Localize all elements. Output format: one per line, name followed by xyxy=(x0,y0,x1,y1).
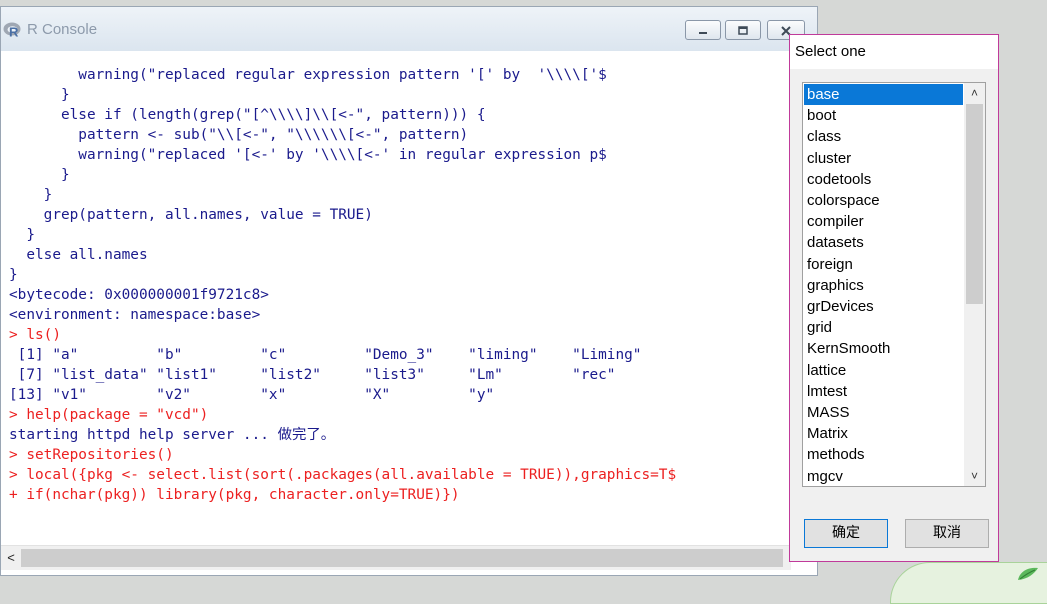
console-line: starting httpd help server ... 做完了。 xyxy=(9,425,335,445)
package-list-item[interactable]: compiler xyxy=(804,211,963,232)
console-line: pattern <- sub("\\[<-", "\\\\\\[<-", pat… xyxy=(9,125,468,145)
ok-button[interactable]: 确定 xyxy=(804,519,888,548)
console-output[interactable]: warning("replaced regular expression pat… xyxy=(1,51,791,545)
console-line-text: } xyxy=(9,227,35,243)
console-line-text: else if (length(grep("[^\\\\]\\[<-", pat… xyxy=(9,107,486,123)
package-list-item[interactable]: codetools xyxy=(804,169,963,190)
package-list-item[interactable]: colorspace xyxy=(804,190,963,211)
console-line-text: <environment: namespace:base> xyxy=(9,307,261,323)
console-line: [13] "v1" "v2" "x" "X" "y" xyxy=(9,385,494,405)
package-list-item[interactable]: class xyxy=(804,126,963,147)
console-line: warning("replaced regular expression pat… xyxy=(9,65,607,85)
console-line-text: } xyxy=(9,167,70,183)
console-line: [1] "a" "b" "c" "Demo_3" "liming" "Limin… xyxy=(9,345,642,365)
console-line-text: warning("replaced regular expression pat… xyxy=(9,67,607,83)
console-line: <environment: namespace:base> xyxy=(9,305,260,325)
package-listbox[interactable]: base boot class cluster codetools colorspace c… xyxy=(802,82,986,487)
console-line: + if(nchar(pkg)) library(pkg, character.… xyxy=(9,485,460,505)
console-line-text: > local({pkg <- select.list(sort(.packag… xyxy=(9,467,677,483)
cancel-button[interactable]: 取消 xyxy=(905,519,989,548)
console-line-text: <bytecode: 0x000000001f9721c8> xyxy=(9,287,269,303)
scroll-left-arrow[interactable]: < xyxy=(3,549,19,567)
vertical-scroll-thumb[interactable] xyxy=(966,104,983,304)
console-line-text: pattern <- sub("\\[<-", "\\\\\\[<-", pat… xyxy=(9,127,469,143)
package-list-item[interactable]: foreign xyxy=(804,254,963,275)
console-line: } xyxy=(9,165,70,185)
console-line-text: } xyxy=(9,267,18,283)
leaf-icon xyxy=(1018,567,1038,580)
console-line-text: } xyxy=(9,187,53,203)
dialog-title: Select one xyxy=(795,43,866,60)
r-logo-icon: R xyxy=(3,22,21,39)
console-line-text: > help(package = "vcd") xyxy=(9,407,209,423)
console-line: else if (length(grep("[^\\\\]\\[<-", pat… xyxy=(9,105,486,125)
desktop-background xyxy=(999,0,1047,581)
console-line: } xyxy=(9,225,35,245)
console-line: > help(package = "vcd") xyxy=(9,405,208,425)
package-list-item[interactable]: cluster xyxy=(804,148,963,169)
console-line: > setRepositories() xyxy=(9,445,174,465)
package-list-item[interactable]: methods xyxy=(804,444,963,465)
console-line: } xyxy=(9,185,53,205)
console-line-text: > setRepositories() xyxy=(9,447,174,463)
package-list-item[interactable]: datasets xyxy=(804,232,963,253)
console-line-text: } xyxy=(9,87,70,103)
package-list-item[interactable]: grid xyxy=(804,317,963,338)
console-line: warning("replaced '[<-' by '\\\\[<-' in … xyxy=(9,145,607,165)
console-line: } xyxy=(9,85,70,105)
minimize-button[interactable] xyxy=(685,20,721,40)
console-line: } xyxy=(9,265,18,285)
console-line-text: > ls() xyxy=(9,327,61,343)
package-list-item[interactable]: grDevices xyxy=(804,296,963,317)
console-line: <bytecode: 0x000000001f9721c8> xyxy=(9,285,269,305)
console-line-text: [7] "list_data" "list1" "list2" "list3" … xyxy=(9,367,616,383)
console-line-cjk-text: 做完了。 xyxy=(277,427,336,443)
console-line-text: + if(nchar(pkg)) library(pkg, character.… xyxy=(9,487,460,503)
package-list-item[interactable]: Matrix xyxy=(804,423,963,444)
console-line-text: starting httpd help server ... xyxy=(9,427,278,443)
package-list-item[interactable]: lmtest xyxy=(804,381,963,402)
package-list-item[interactable]: base xyxy=(804,84,963,105)
console-titlebar[interactable]: R R Console xyxy=(1,7,817,52)
console-line: grep(pattern, all.names, value = TRUE) xyxy=(9,205,373,225)
console-title: R Console xyxy=(27,21,98,38)
scroll-down-arrow[interactable]: ˅ xyxy=(964,466,985,486)
console-line: > ls() xyxy=(9,325,61,345)
maximize-button[interactable] xyxy=(725,20,761,40)
package-list-item[interactable]: mgcv xyxy=(804,466,963,486)
console-line: else all.names xyxy=(9,245,148,265)
console-line: [7] "list_data" "list1" "list2" "list3" … xyxy=(9,365,616,385)
console-line: > local({pkg <- select.list(sort(.packag… xyxy=(9,465,676,485)
package-list-item[interactable]: lattice xyxy=(804,360,963,381)
package-list-item[interactable]: MASS xyxy=(804,402,963,423)
console-line-text: warning("replaced '[<-' by '\\\\[<-' in … xyxy=(9,147,607,163)
scroll-up-arrow[interactable]: ˄ xyxy=(964,83,985,103)
horizontal-scroll-thumb[interactable] xyxy=(21,549,783,567)
console-line-text: [13] "v1" "v2" "x" "X" "y" xyxy=(9,387,495,403)
r-console-window: R R Console warning("replaced regular ex… xyxy=(0,6,818,576)
maximize-icon xyxy=(738,26,748,35)
console-line-text: grep(pattern, all.names, value = TRUE) xyxy=(9,207,373,223)
package-list-item[interactable]: boot xyxy=(804,105,963,126)
console-line-text: [1] "a" "b" "c" "Demo_3" "liming" "Limin… xyxy=(9,347,642,363)
dialog-titlebar[interactable]: Select one xyxy=(790,35,998,69)
package-list-item[interactable]: graphics xyxy=(804,275,963,296)
minimize-icon xyxy=(699,32,707,34)
console-line-text: else all.names xyxy=(9,247,148,263)
list-vertical-scrollbar[interactable]: ˄ ˅ xyxy=(964,83,985,486)
select-one-dialog: Select one base boot class cluster codetools… xyxy=(789,34,999,562)
horizontal-scrollbar[interactable]: < xyxy=(1,545,791,570)
svg-text:R: R xyxy=(9,25,19,39)
package-list-item[interactable]: KernSmooth xyxy=(804,338,963,359)
